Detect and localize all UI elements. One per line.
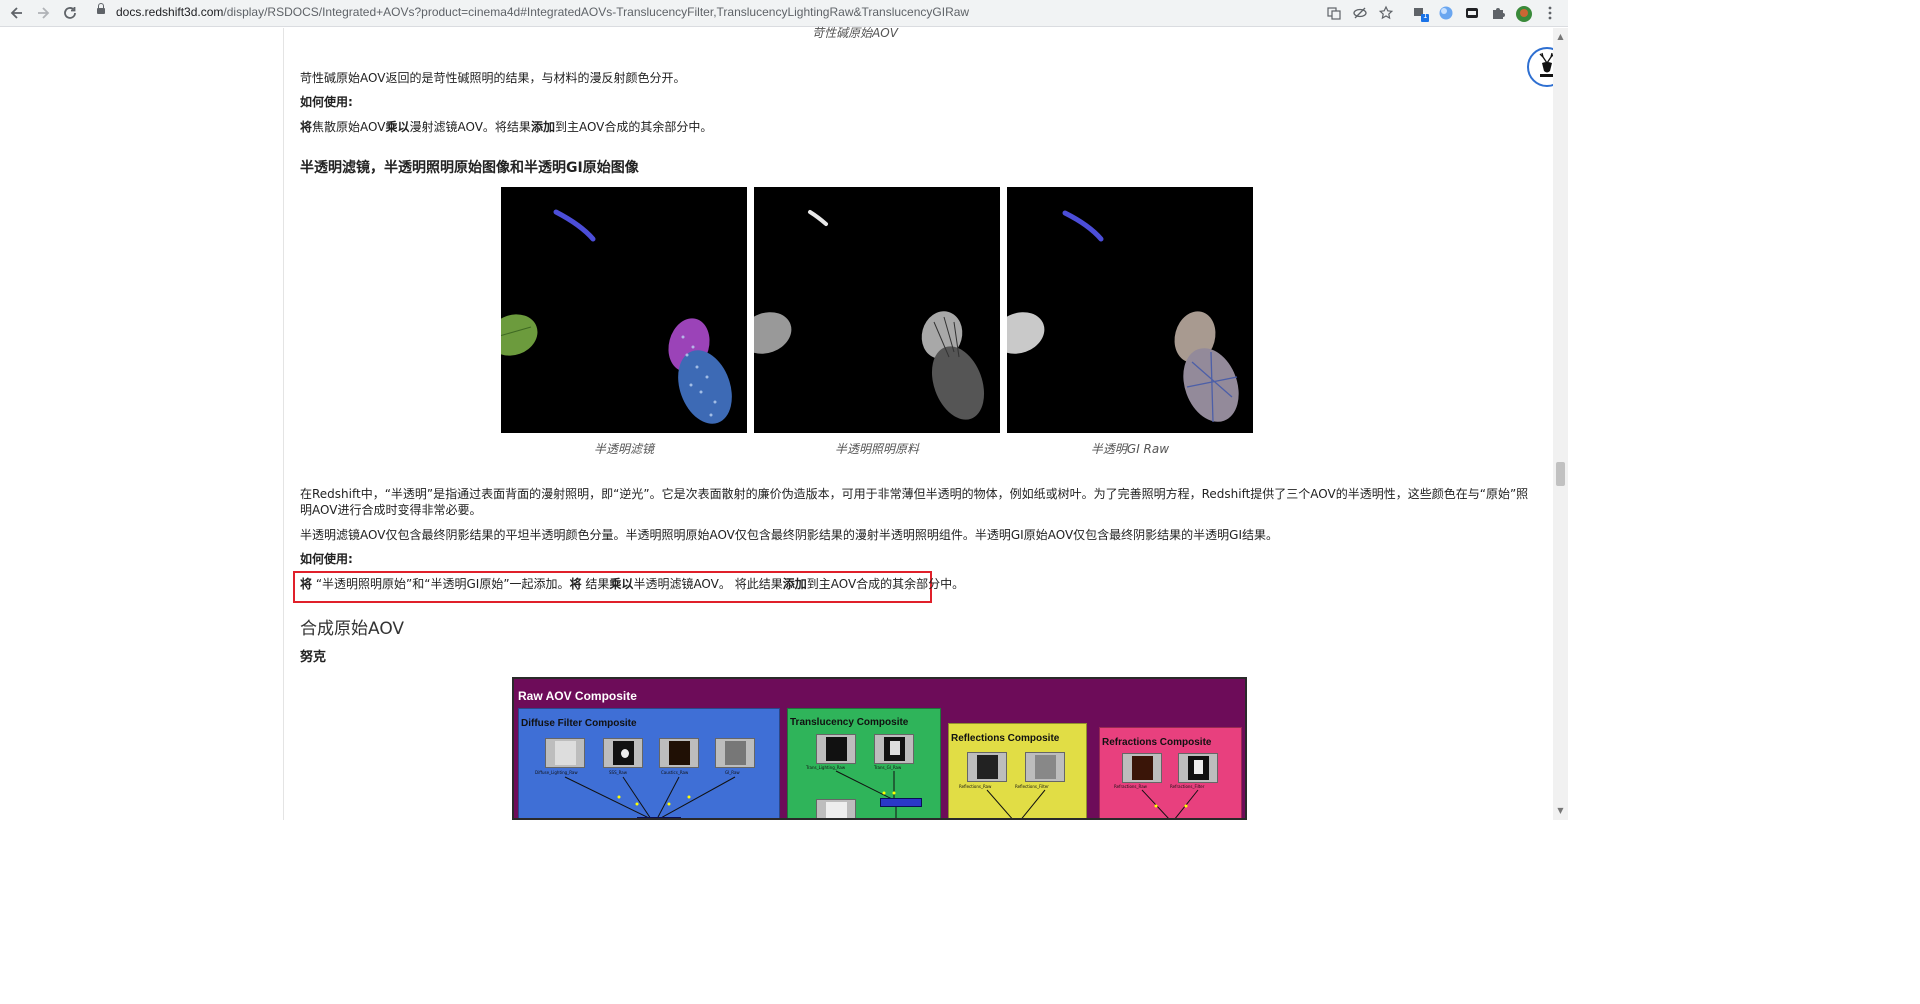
image-caption: 半透明照明原料 [834, 442, 919, 456]
extension-badge-icon[interactable]: 1 [1412, 5, 1429, 22]
back-icon[interactable] [7, 3, 27, 23]
star-icon[interactable] [1378, 5, 1394, 21]
subsection-heading: 努克 [300, 650, 327, 665]
raw-aov-composite-diagram: Raw AOV Composite Diffuse Filter Composi… [512, 677, 1247, 820]
media-icon[interactable] [1464, 5, 1480, 21]
extension-badge-count: 1 [1423, 12, 1428, 20]
profile-avatar-icon[interactable] [1515, 5, 1532, 22]
refractions-panel: Refractions Composite Refractions_Raw Re… [1099, 727, 1242, 818]
globe-icon[interactable] [1438, 5, 1454, 21]
content-left-border [283, 28, 284, 820]
howto-text: 将 “半透明照明原始”和“半透明GI原始”一起添加。将 结果乘以半透明滤镜AOV… [300, 577, 965, 591]
read-node [816, 799, 856, 818]
image-caption: 半透明滤镜 [593, 442, 654, 456]
section-heading: 半透明滤镜，半透明照明原始图像和半透明GI原始图像 [300, 160, 639, 176]
paragraph: 半透明滤镜AOV仅包含最终阴影结果的平坦半透明颜色分量。半透明照明原始AOV仅包… [300, 528, 1279, 542]
howto-text: 将焦散原始AOV乘以漫射滤镜AOV。将结果添加到主AOV合成的其余部分中。 [300, 120, 713, 134]
node-connections [564, 776, 736, 818]
node-connections [1141, 789, 1199, 818]
merge-node [637, 817, 681, 818]
diffuse-filter-panel: Diffuse Filter Composite Diffuse_Lightin… [518, 708, 780, 818]
merge-node [880, 798, 922, 807]
puzzle-icon[interactable] [1490, 5, 1506, 21]
aov-image-translucency-gi-raw [1007, 187, 1253, 433]
paragraph: 明AOV进行合成时变得非常必要。 [300, 503, 482, 517]
diagram-title: Raw AOV Composite [518, 689, 637, 703]
browser-toolbar: docs.redshift3d.com/display/RSDOCS/Integ… [0, 0, 1568, 27]
translate-icon[interactable] [1326, 5, 1342, 21]
scroll-up-icon[interactable]: ▲ [1556, 32, 1565, 42]
reflections-panel: Reflections Composite Reflections_Raw Re… [948, 723, 1087, 818]
paragraph: 苛性碱原始AOV返回的是苛性碱照明的结果，与材料的漫反射颜色分开。 [300, 71, 686, 85]
menu-kebab-icon[interactable] [1542, 5, 1558, 21]
translucency-panel: Translucency Composite Trans_Lighting_Ra… [787, 708, 941, 818]
forward-icon[interactable] [33, 3, 53, 23]
aov-image-translucency-filter [501, 187, 747, 433]
aov-image-translucency-lighting-raw [754, 187, 1000, 433]
node-connections [986, 789, 1046, 818]
vertical-scrollbar[interactable]: ▲ ▼ [1553, 28, 1568, 820]
image-caption: 半透明GI Raw [1090, 442, 1170, 456]
reload-icon[interactable] [60, 3, 80, 23]
howto-label: 如何使用: [300, 95, 353, 109]
paragraph: 在Redshift中，“半透明”是指通过表面背面的漫射照明，即“逆光”。它是次表… [300, 487, 1529, 501]
lock-icon[interactable] [97, 3, 105, 15]
scrollbar-thumb[interactable] [1556, 462, 1565, 486]
image-caption: 苛性碱原始AOV [812, 26, 898, 40]
url-text[interactable]: docs.redshift3d.com/display/RSDOCS/Integ… [116, 5, 969, 19]
section-heading: 合成原始AOV [300, 619, 405, 639]
eye-off-icon[interactable] [1352, 5, 1368, 21]
howto-label: 如何使用: [300, 552, 353, 566]
scroll-down-icon[interactable]: ▼ [1556, 806, 1565, 816]
